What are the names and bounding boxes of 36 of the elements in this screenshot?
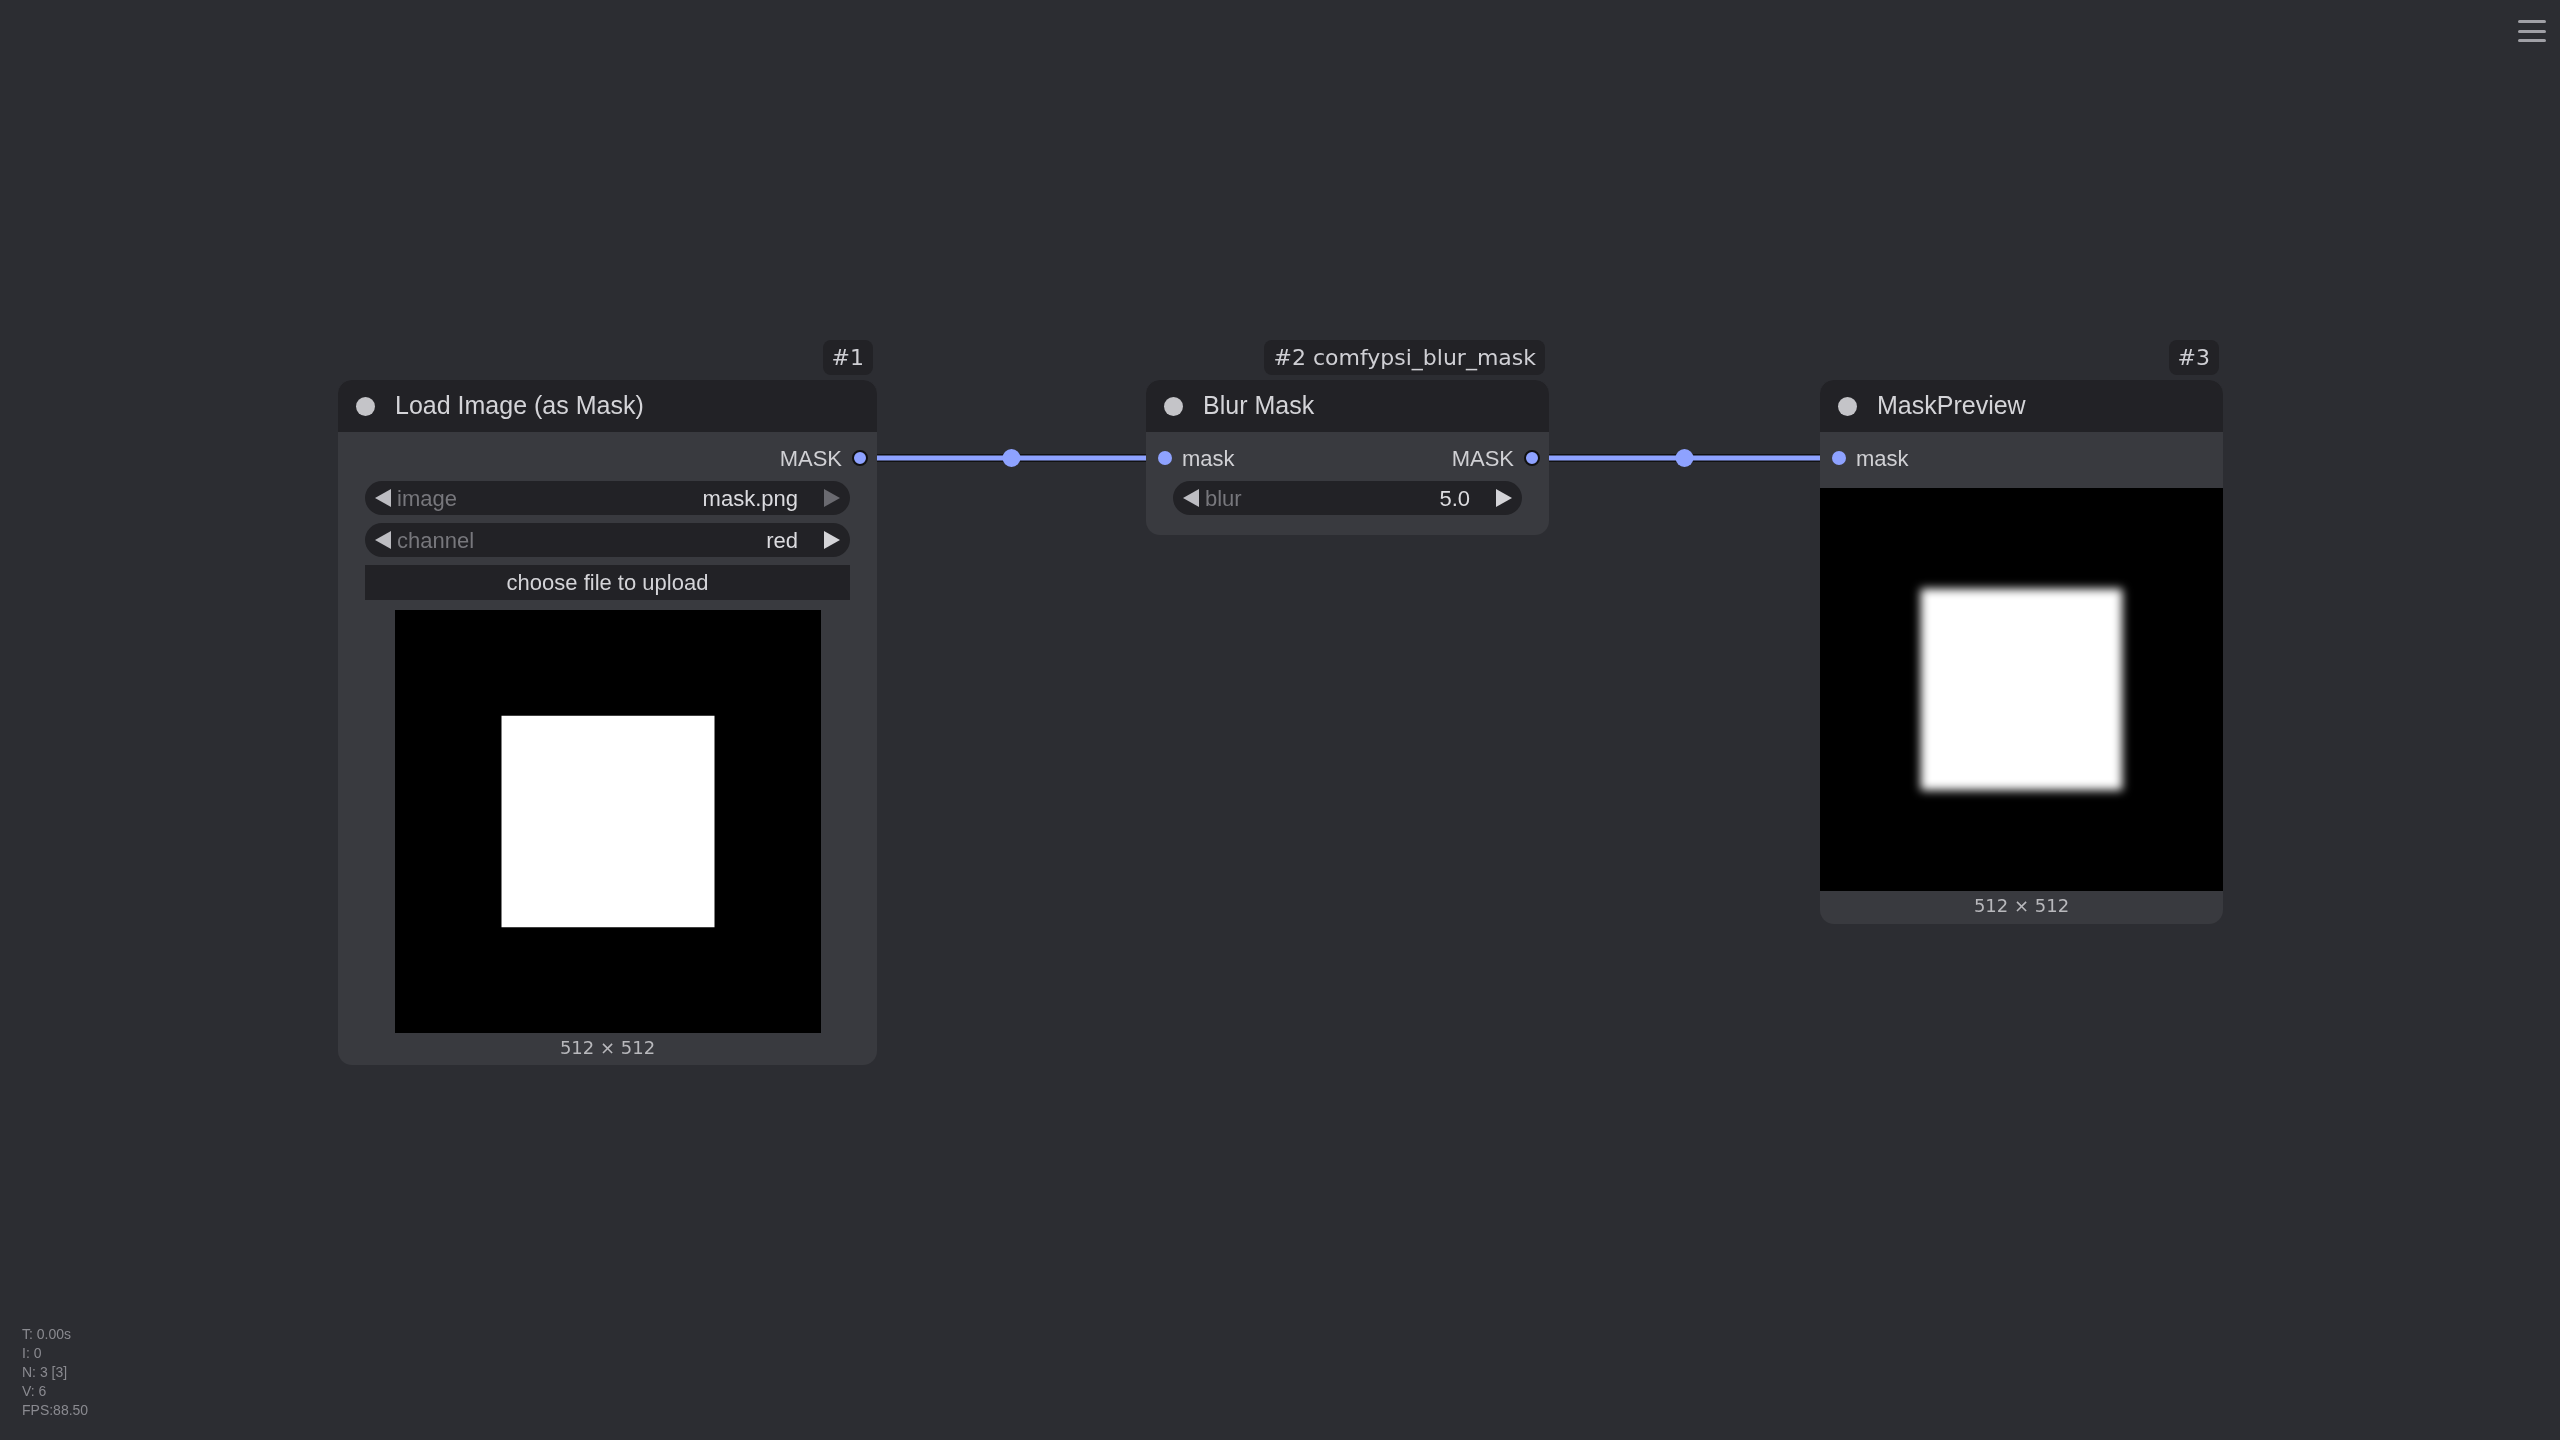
stats-text: V: 6 bbox=[22, 1382, 48, 1401]
output-label: MASK bbox=[1451, 444, 1514, 473]
widget-label: image bbox=[397, 484, 458, 513]
node-title: MaskPreview bbox=[1877, 390, 2026, 422]
widget-label: channel bbox=[397, 526, 476, 555]
node-header[interactable]: Load Image (as Mask) bbox=[338, 380, 877, 432]
node-title: Blur Mask bbox=[1203, 390, 1315, 422]
node-panel[interactable]: Blur Mask mask MASK blur 5.0 bbox=[1146, 380, 1549, 535]
node-id-badge: #3 bbox=[2168, 340, 2219, 375]
stats-text: T: 0.00s bbox=[22, 1325, 73, 1344]
widget-value: 5.0 bbox=[1439, 484, 1470, 513]
widget-value: red bbox=[766, 526, 798, 555]
node-id-badge: #1 bbox=[822, 340, 873, 375]
dropdown-widget[interactable]: image mask.png bbox=[365, 481, 850, 515]
link-wire[interactable] bbox=[1549, 449, 1820, 467]
upload-button[interactable]: choose file to upload bbox=[365, 565, 850, 600]
node-header[interactable]: Blur Mask bbox=[1146, 380, 1549, 432]
stats-text: N: 3 [3] bbox=[22, 1363, 69, 1382]
stats-text: I: 0 bbox=[22, 1344, 43, 1363]
node-header[interactable]: MaskPreview bbox=[1820, 380, 2223, 432]
image-size-label: 512 × 512 bbox=[1973, 894, 2070, 918]
node-title: Load Image (as Mask) bbox=[395, 390, 644, 422]
node-panel[interactable]: MaskPreview mask 512 × 512 bbox=[1820, 380, 2223, 924]
output-label: MASK bbox=[779, 444, 842, 473]
stats-text: FPS:88.50 bbox=[22, 1401, 89, 1420]
dropdown-widget[interactable]: channel red bbox=[365, 523, 850, 557]
image-size-label: 512 × 512 bbox=[559, 1036, 656, 1060]
widget-label: blur bbox=[1205, 484, 1243, 513]
input-label: mask bbox=[1182, 444, 1235, 473]
widget-value: mask.png bbox=[702, 484, 798, 513]
link-wire[interactable] bbox=[877, 449, 1146, 467]
node-panel[interactable]: Load Image (as Mask) MASK image mask.png channel red choose file to upload 512 × 512 bbox=[338, 380, 877, 1065]
input-label: mask bbox=[1856, 444, 1909, 473]
number-widget[interactable]: blur 5.0 bbox=[1173, 481, 1522, 515]
node-id-badge: #2 comfypsi_blur_mask bbox=[1264, 340, 1545, 375]
menu-icon[interactable] bbox=[2518, 20, 2546, 42]
